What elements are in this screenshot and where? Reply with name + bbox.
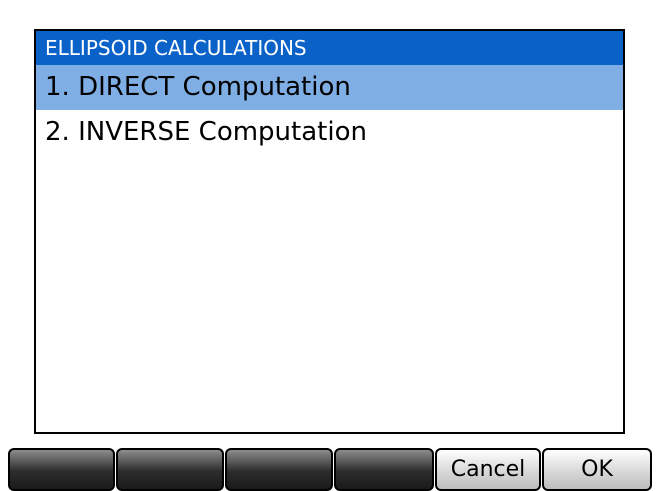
softkey-4[interactable] [334,448,434,491]
choose-dialog: ELLIPSOID CALCULATIONS 1. DIRECT Computa… [34,29,625,434]
softkey-bar: Cancel OK [0,448,660,491]
softkey-2[interactable] [116,448,224,491]
softkey-1[interactable] [8,448,115,491]
cancel-button[interactable]: Cancel [435,448,541,491]
ok-button[interactable]: OK [542,448,652,491]
dialog-title: ELLIPSOID CALCULATIONS [36,31,623,65]
softkey-3[interactable] [225,448,333,491]
menu-list: 1. DIRECT Computation 2. INVERSE Computa… [36,65,623,155]
menu-item-direct-computation[interactable]: 1. DIRECT Computation [36,65,623,110]
calculator-screen: ELLIPSOID CALCULATIONS 1. DIRECT Computa… [0,0,660,491]
menu-item-inverse-computation[interactable]: 2. INVERSE Computation [36,110,623,155]
